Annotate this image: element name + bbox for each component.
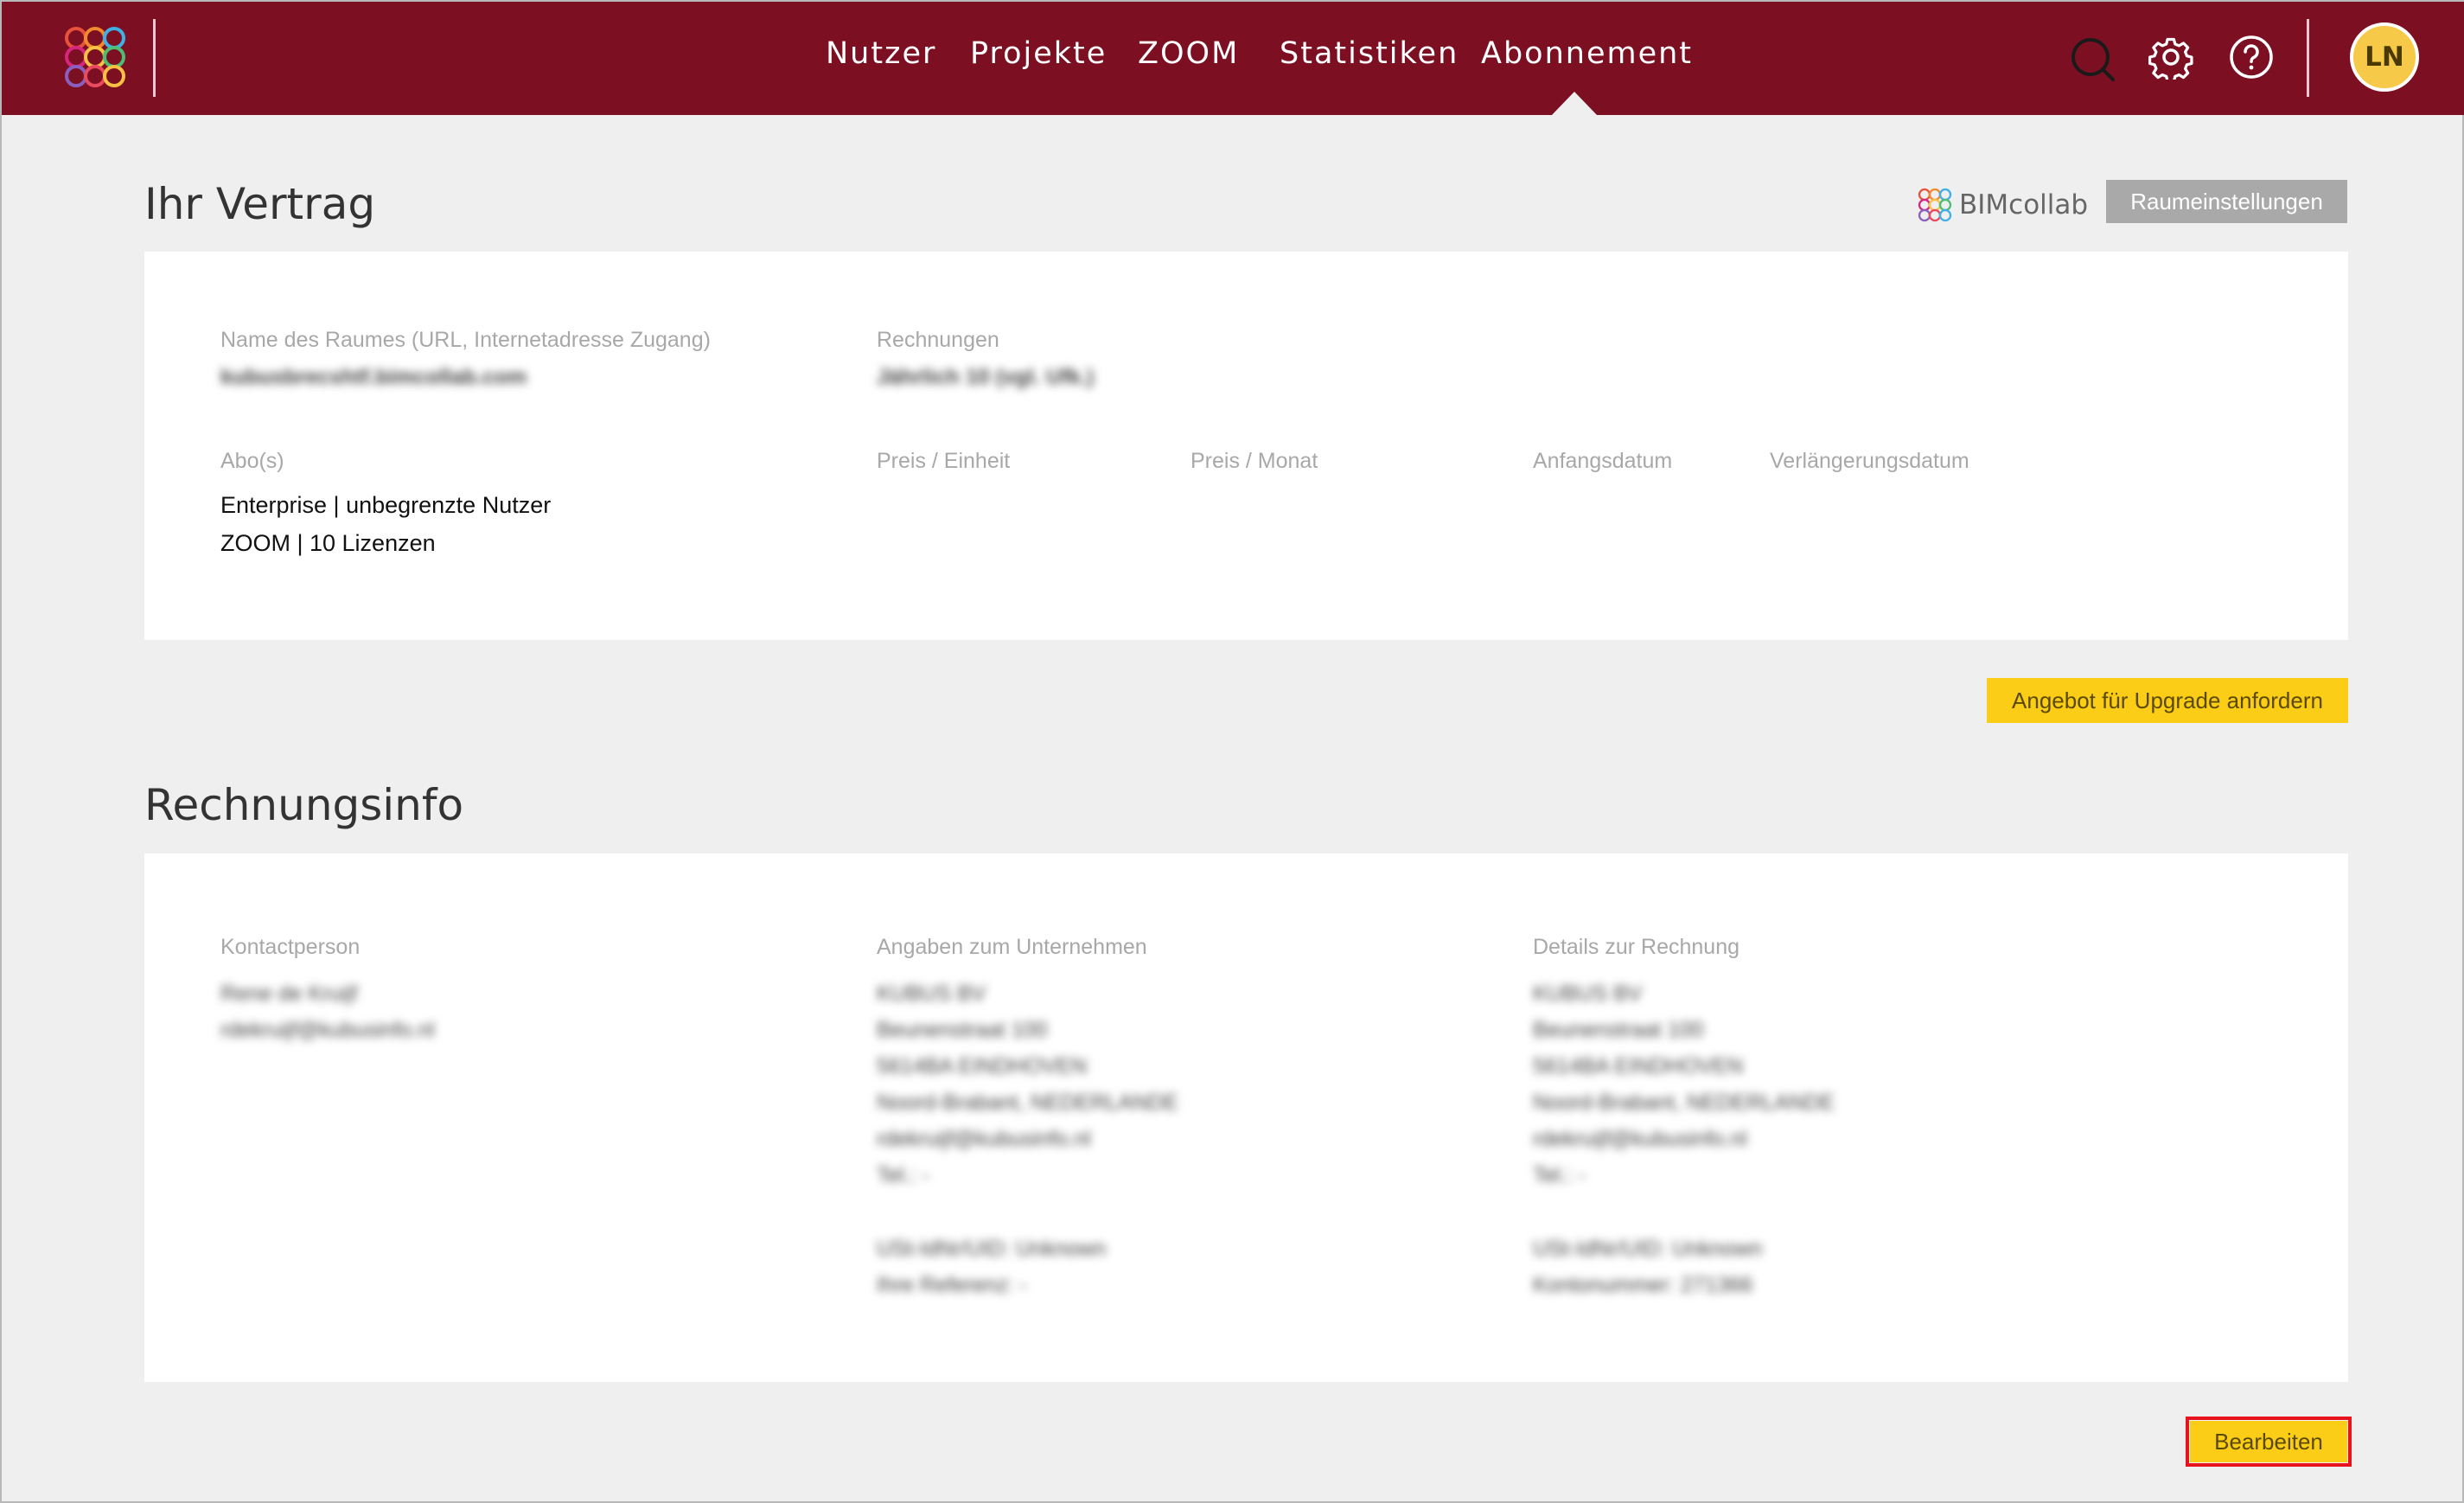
start-date-label: Anfangsdatum	[1533, 449, 1673, 473]
invoice-line: KUBUS BV	[1533, 982, 1643, 1006]
nav-item-statistiken[interactable]: Statistiken	[1280, 36, 1459, 80]
company-line: KUBUS BV	[877, 982, 986, 1006]
room-settings-button[interactable]: Raumeinstellungen	[2106, 180, 2347, 223]
company-line: Ihre Referenz: -	[877, 1273, 1027, 1297]
invoice-line: Kontonummer: 271366	[1533, 1273, 1753, 1297]
brand-label: BIMcollab	[1918, 185, 2088, 225]
contact-line: Rene de Kruijf	[220, 982, 358, 1006]
search-icon[interactable]	[2070, 36, 2115, 86]
brand-name: BIMcollab	[1959, 189, 2089, 221]
edit-billing-button[interactable]: Bearbeiten	[2190, 1421, 2347, 1462]
help-icon[interactable]	[2229, 35, 2274, 84]
bimcollab-brand-icon	[1918, 188, 1952, 222]
company-details-label: Angaben zum Unternehmen	[877, 935, 1147, 959]
company-line: 5614BA EINDHOVEN	[877, 1054, 1088, 1078]
invoice-details-label: Details zur Rechnung	[1533, 935, 1740, 959]
nav-item-projekte[interactable]: Projekte	[970, 36, 1107, 80]
invoice-line: 5614BA EINDHOVEN	[1533, 1054, 1744, 1078]
subscription-item: Enterprise | unbegrenzte Nutzer	[220, 492, 552, 518]
company-line: rdekruijf@kubusinfo.nl	[877, 1127, 1091, 1151]
company-line: USt-IdNr/UID: Unknown	[877, 1237, 1107, 1261]
room-name-label: Name des Raumes (URL, Internetadresse Zu…	[220, 328, 711, 352]
contract-title: Ihr Vertrag	[144, 179, 376, 229]
company-line: Beunenstraat 100	[877, 1018, 1048, 1042]
invoices-value: Jährlich 10 (vgl. Ufk.)	[877, 365, 1095, 389]
contact-person-label: Kontactperson	[220, 935, 361, 959]
company-line: Noord-Brabant, NEDERLANDE	[877, 1090, 1178, 1115]
company-line: Tel.: -	[877, 1163, 930, 1187]
invoice-line: Tel.: -	[1533, 1163, 1586, 1187]
contact-line: rdekruijf@kubusinfo.nl	[220, 1018, 435, 1042]
gear-icon[interactable]	[2148, 35, 2193, 84]
invoice-line: Noord-Brabant, NEDERLANDE	[1533, 1090, 1835, 1115]
nav-item-nutzer[interactable]: Nutzer	[826, 36, 936, 80]
subscriptions-label: Abo(s)	[220, 449, 284, 473]
active-tab-caret	[1551, 92, 1598, 116]
invoice-line: rdekruijf@kubusinfo.nl	[1533, 1127, 1747, 1151]
price-per-month-label: Preis / Monat	[1191, 449, 1318, 473]
invoice-line: Beunenstraat 100	[1533, 1018, 1704, 1042]
contract-card: Name des Raumes (URL, Internetadresse Zu…	[144, 252, 2348, 640]
renewal-date-label: Verlängerungsdatum	[1770, 449, 1969, 473]
billing-title: Rechnungsinfo	[144, 780, 464, 830]
invoice-line: USt-IdNr/UID: Unknown	[1533, 1237, 1763, 1261]
user-avatar[interactable]: LN	[2350, 22, 2419, 92]
billing-card: Kontactperson Rene de Kruijf rdekruijf@k…	[144, 854, 2348, 1382]
toolbar-divider	[2307, 19, 2309, 97]
room-name-value: kubusbrecshtf.bimcollab.com	[220, 365, 527, 389]
price-per-unit-label: Preis / Einheit	[877, 449, 1011, 473]
subscription-item: ZOOM | 10 Lizenzen	[220, 530, 436, 556]
nav-item-zoom[interactable]: ZOOM	[1138, 36, 1239, 80]
request-upgrade-button[interactable]: Angebot für Upgrade anfordern	[1987, 678, 2348, 723]
top-navigation-bar: Nutzer Projekte ZOOM Statistiken Abonnem…	[2, 2, 2464, 116]
nav-item-abonnement[interactable]: Abonnement	[1481, 36, 1693, 80]
app-window: Nutzer Projekte ZOOM Statistiken Abonnem…	[0, 0, 2464, 1503]
invoices-label: Rechnungen	[877, 328, 999, 352]
